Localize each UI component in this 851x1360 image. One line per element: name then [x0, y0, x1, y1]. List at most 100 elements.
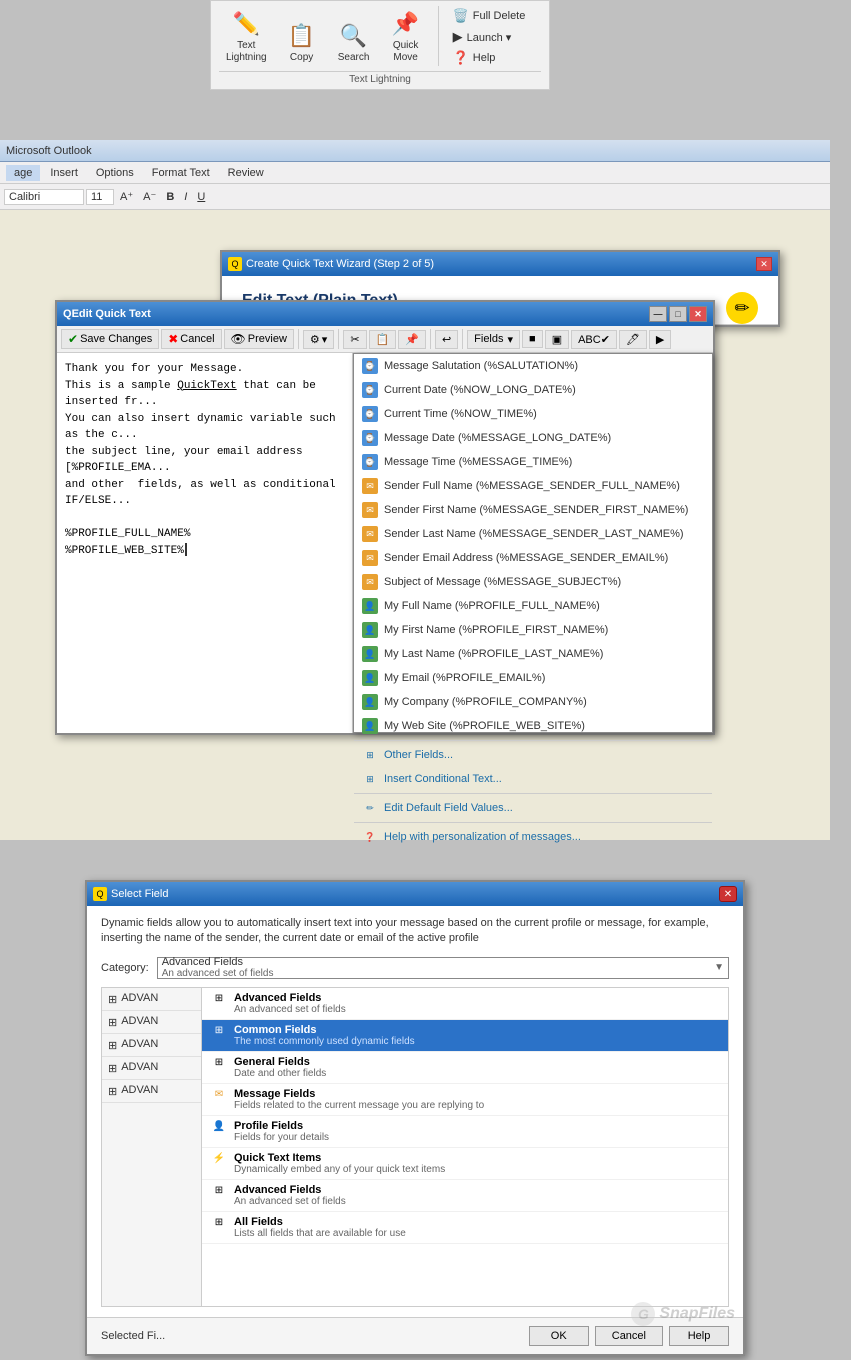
field-sender-full[interactable]: ✉ Sender Full Name (%MESSAGE_SENDER_FULL…	[354, 474, 712, 498]
field-sender-last[interactable]: ✉ Sender Last Name (%MESSAGE_SENDER_LAST…	[354, 522, 712, 546]
menu-item-format[interactable]: Format Text	[144, 165, 218, 181]
launch-button[interactable]: ▶ Launch ▾	[451, 28, 528, 46]
select-field-dialog: Q Select Field ✕ Dynamic fields allow yo…	[85, 880, 745, 1356]
help-personalization-action[interactable]: ❓ Help with personalization of messages.…	[354, 825, 712, 849]
text-line-profile-site: %PROFILE_WEB_SITE%	[65, 543, 344, 560]
sf-left-item-2[interactable]: ⊞ ADVAN	[102, 1011, 201, 1034]
menu-item-insert[interactable]: Insert	[42, 165, 86, 181]
field-icon-sender-last: ✉	[362, 526, 378, 542]
extra-btn-1[interactable]: ▣	[545, 330, 569, 349]
wizard-close-button[interactable]: ✕	[756, 257, 772, 271]
highlight-button[interactable]: ■	[522, 330, 543, 348]
sf-option-all[interactable]: ⊞ All Fields Lists all fields that are a…	[202, 1212, 728, 1244]
quick-move-label: Quick Move	[393, 40, 419, 64]
field-current-time[interactable]: ⌚ Current Time (%NOW_TIME%)	[354, 402, 712, 426]
search-button[interactable]: 🔍 Search	[330, 17, 378, 67]
text-lightning-button[interactable]: ✏️ Text Lightning	[219, 5, 274, 67]
sf-option-message[interactable]: ✉ Message Fields Fields related to the c…	[202, 1084, 728, 1116]
spell-button[interactable]: ABC✔	[571, 330, 617, 349]
sf-selected-label: Selected Fi...	[101, 1330, 165, 1342]
fields-dropdown: ⌚ Message Salutation (%SALUTATION%) ⌚ Cu…	[353, 353, 713, 733]
underline-button[interactable]: U	[193, 189, 209, 205]
field-my-first[interactable]: 👤 My First Name (%PROFILE_FIRST_NAME%)	[354, 618, 712, 642]
sf-category-dropdown[interactable]: Advanced Fields An advanced set of field…	[157, 957, 729, 979]
sf-ok-button[interactable]: OK	[529, 1326, 589, 1346]
maximize-button[interactable]: □	[669, 306, 687, 322]
option-desc-profile: Fields for your details	[234, 1132, 329, 1143]
bold-button[interactable]: B	[162, 189, 178, 205]
text-line-1: Thank you for your Message.	[65, 361, 344, 378]
left-item-icon-3: ⊞	[108, 1039, 117, 1052]
sf-option-advanced2[interactable]: ⊞ Advanced Fields An advanced set of fie…	[202, 1180, 728, 1212]
sf-category-label: Category:	[101, 962, 149, 974]
sf-option-common[interactable]: ⊞ Common Fields The most commonly used d…	[202, 1020, 728, 1052]
text-line-profile-name: %PROFILE_FULL_NAME%	[65, 526, 344, 543]
copy-button[interactable]: 📋 Copy	[278, 17, 326, 67]
menu-item-message[interactable]: age	[6, 165, 40, 181]
sf-close-button[interactable]: ✕	[719, 886, 737, 902]
sf-option-general[interactable]: ⊞ General Fields Date and other fields	[202, 1052, 728, 1084]
field-icon-my-last: 👤	[362, 646, 378, 662]
sf-left-item-4[interactable]: ⊞ ADVAN	[102, 1057, 201, 1080]
quick-move-button[interactable]: 📌 Quick Move	[382, 5, 430, 67]
launch-label: Launch ▾	[467, 31, 512, 44]
insert-conditional-action[interactable]: ⊞ Insert Conditional Text...	[354, 767, 712, 791]
field-subject[interactable]: ✉ Subject of Message (%MESSAGE_SUBJECT%)	[354, 570, 712, 594]
field-sender-email[interactable]: ✉ Sender Email Address (%MESSAGE_SENDER_…	[354, 546, 712, 570]
preview-button[interactable]: 👁 Preview	[224, 329, 294, 349]
sf-option-advanced[interactable]: ⊞ Advanced Fields An advanced set of fie…	[202, 988, 728, 1020]
full-delete-button[interactable]: 🗑️ Full Delete	[451, 7, 528, 25]
other-fields-action[interactable]: ⊞ Other Fields...	[354, 743, 712, 767]
field-message-date[interactable]: ⌚ Message Date (%MESSAGE_LONG_DATE%)	[354, 426, 712, 450]
option-desc-general: Date and other fields	[234, 1068, 326, 1079]
field-my-full-name[interactable]: 👤 My Full Name (%PROFILE_FULL_NAME%)	[354, 594, 712, 618]
save-changes-button[interactable]: ✔ Save Changes	[61, 329, 159, 349]
copy-text-button[interactable]: 📋	[369, 330, 397, 349]
format-button[interactable]: ⚙ ▾	[303, 330, 334, 349]
sf-option-quicktext[interactable]: ⚡ Quick Text Items Dynamically embed any…	[202, 1148, 728, 1180]
sf-cancel-button[interactable]: Cancel	[595, 1326, 663, 1346]
option-desc-quicktext: Dynamically embed any of your quick text…	[234, 1164, 445, 1175]
cut-button[interactable]: ✂	[343, 330, 366, 349]
edit-default-action[interactable]: ✏ Edit Default Field Values...	[354, 796, 712, 820]
field-my-company[interactable]: 👤 My Company (%PROFILE_COMPANY%)	[354, 690, 712, 714]
sf-help-button[interactable]: Help	[669, 1326, 729, 1346]
scroll-right[interactable]: ▶	[649, 330, 671, 349]
option-desc-advanced: An advanced set of fields	[234, 1004, 346, 1015]
field-sender-first[interactable]: ✉ Sender First Name (%MESSAGE_SENDER_FIR…	[354, 498, 712, 522]
font-size[interactable]: 11	[86, 189, 114, 205]
snapfiles-watermark: G SnapFiles	[631, 1302, 728, 1306]
field-icon-my-full: 👤	[362, 598, 378, 614]
field-my-email[interactable]: 👤 My Email (%PROFILE_EMAIL%)	[354, 666, 712, 690]
minimize-button[interactable]: —	[649, 306, 667, 322]
sf-left-item-1[interactable]: ⊞ ADVAN	[102, 988, 201, 1011]
close-button[interactable]: ✕	[689, 306, 707, 322]
select-field-section: Q Select Field ✕ Dynamic fields allow yo…	[85, 880, 745, 1356]
edit-qt-text[interactable]: Thank you for your Message. This is a sa…	[57, 353, 353, 733]
field-current-date[interactable]: ⌚ Current Date (%NOW_LONG_DATE%)	[354, 378, 712, 402]
field-sep-2	[354, 793, 712, 794]
italic-button[interactable]: I	[180, 189, 191, 205]
sf-option-profile[interactable]: 👤 Profile Fields Fields for your details	[202, 1116, 728, 1148]
field-message-time[interactable]: ⌚ Message Time (%MESSAGE_TIME%)	[354, 450, 712, 474]
paste-button[interactable]: 📌	[398, 330, 426, 349]
sf-left-item-5[interactable]: ⊞ ADVAN	[102, 1080, 201, 1103]
option-name-advanced: Advanced Fields	[234, 992, 346, 1004]
menu-item-options[interactable]: Options	[88, 165, 142, 181]
search-icon: 🔍	[338, 20, 370, 52]
undo-button[interactable]: ↩	[435, 330, 458, 349]
shrink-font-icon[interactable]: A⁻	[139, 188, 160, 205]
help-button[interactable]: ❓ Help	[451, 49, 528, 67]
cancel-button[interactable]: ✖ Cancel	[161, 329, 221, 349]
menu-item-review[interactable]: Review	[220, 165, 272, 181]
field-msg-salutation[interactable]: ⌚ Message Salutation (%SALUTATION%)	[354, 354, 712, 378]
grow-font-icon[interactable]: A⁺	[116, 188, 137, 205]
field-my-website[interactable]: 👤 My Web Site (%PROFILE_WEB_SITE%)	[354, 714, 712, 738]
left-item-label-3: ADVAN	[121, 1038, 158, 1050]
left-item-icon-1: ⊞	[108, 993, 117, 1006]
extra-btn-2[interactable]: 🖊	[619, 330, 647, 349]
field-my-last[interactable]: 👤 My Last Name (%PROFILE_LAST_NAME%)	[354, 642, 712, 666]
fields-button[interactable]: Fields ▾	[467, 330, 520, 349]
sf-left-item-3[interactable]: ⊞ ADVAN	[102, 1034, 201, 1057]
font-selector[interactable]: Calibri	[4, 189, 84, 205]
